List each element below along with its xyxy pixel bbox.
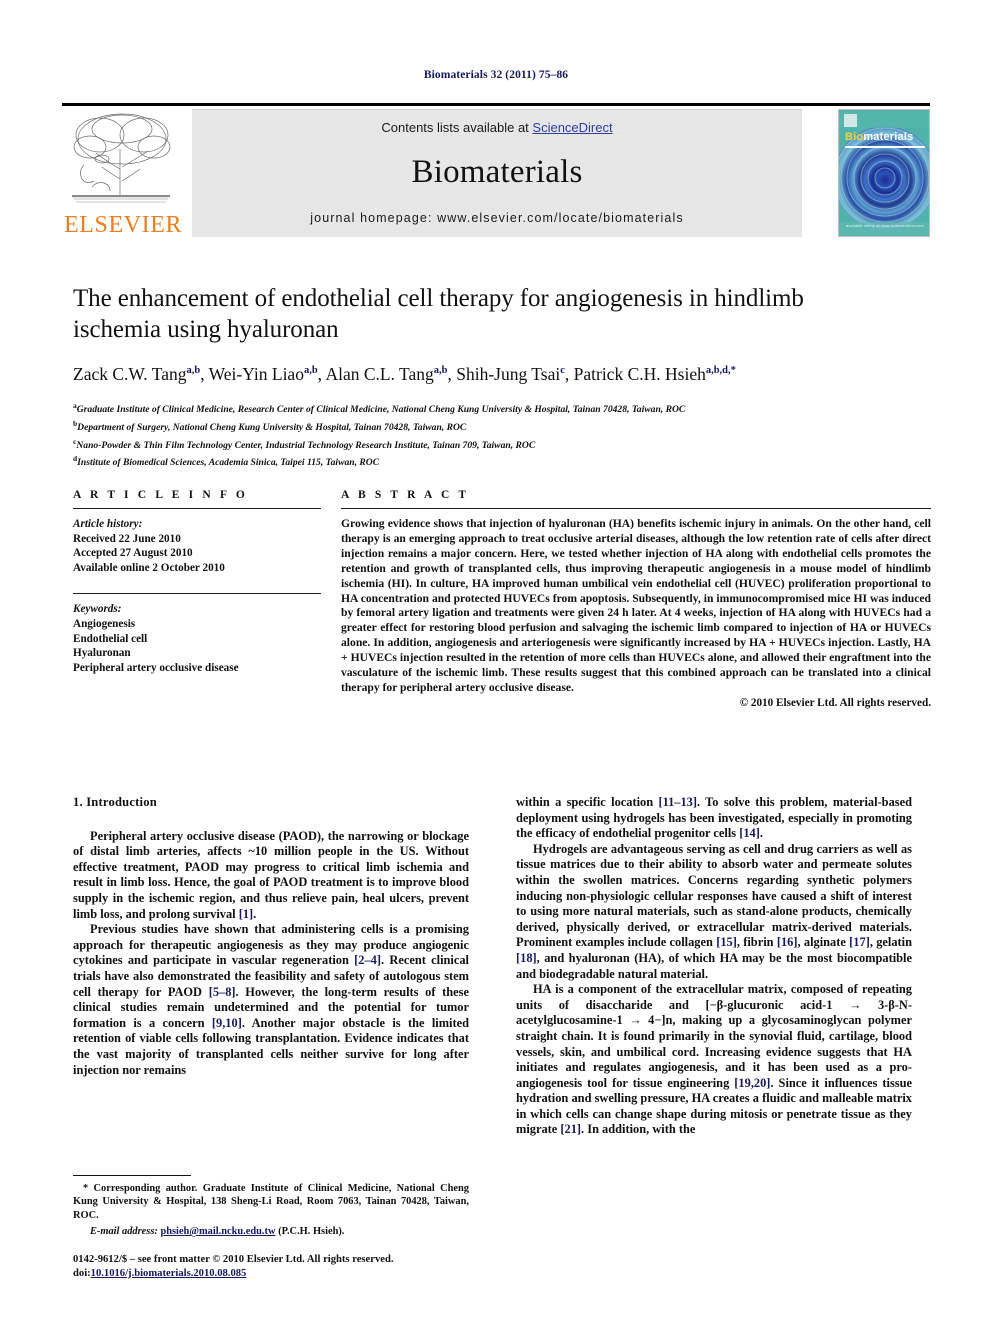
- citation-reference[interactable]: [5–8]: [209, 985, 236, 999]
- doi-label: doi:: [73, 1267, 91, 1279]
- affiliation-marker: b: [73, 418, 78, 428]
- affiliation-marker: d: [73, 454, 78, 464]
- citation-reference[interactable]: [9,10]: [212, 1016, 242, 1030]
- author-affiliation-marker: a,b: [433, 365, 448, 376]
- cover-journal-title: Biomaterials: [845, 131, 914, 143]
- citation-reference[interactable]: [19,20]: [734, 1076, 770, 1090]
- keyword-item: Hyaluronan: [73, 647, 131, 660]
- keywords-label: Keywords:: [73, 603, 122, 616]
- elsevier-tree-icon: [72, 113, 171, 203]
- author-affiliation-marker: c: [560, 365, 565, 376]
- footnote-divider: [73, 1175, 191, 1176]
- body-paragraph: Peripheral artery occlusive disease (PAO…: [73, 828, 469, 921]
- author-name: Alan C.L. Tang: [325, 363, 434, 384]
- author-affiliation-marker: a,b: [186, 365, 201, 376]
- author-name: Zack C.W. Tang: [73, 363, 187, 384]
- article-received-date: Received 22 June 2010: [73, 532, 181, 545]
- author-list: Zack C.W. Tanga,b, Wei-Yin Liaoa,b, Alan…: [73, 363, 736, 384]
- keywords-block: Keywords: Angiogenesis Endothelial cell …: [73, 602, 321, 675]
- contents-available-line: Contents lists available at ScienceDirec…: [192, 120, 802, 135]
- corresponding-email-owner: (P.C.H. Hsieh).: [278, 1226, 345, 1238]
- abstract-copyright: © 2010 Elsevier Ltd. All rights reserved…: [739, 696, 931, 709]
- journal-cover-thumbnail[interactable]: Biomaterials available online at www.sci…: [838, 109, 930, 237]
- article-info-heading: A R T I C L E I N F O: [73, 489, 248, 501]
- elsevier-logo: ELSEVIER: [62, 109, 183, 238]
- email-address-label: E-mail address:: [90, 1226, 158, 1238]
- body-paragraph: Previous studies have shown that adminis…: [73, 922, 469, 1077]
- author-name: Patrick C.H. Hsieh: [573, 363, 706, 384]
- author-name: Shih-Jung Tsai: [456, 363, 561, 384]
- body-paragraph: Hydrogels are advantageous serving as ce…: [516, 841, 913, 981]
- masthead-top-rule: [62, 103, 930, 106]
- section-heading-introduction: 1. Introduction: [73, 795, 157, 809]
- journal-title: Biomaterials: [411, 154, 583, 190]
- article-accepted-date: Accepted 27 August 2010: [73, 547, 193, 560]
- body-paragraph: HA is a component of the extracellular m…: [516, 982, 913, 1137]
- article-info-rule-top: [73, 508, 321, 509]
- citation-reference[interactable]: [16]: [777, 935, 798, 949]
- affiliation-item: aGraduate Institute of Clinical Medicine…: [73, 401, 686, 416]
- citation-reference[interactable]: [21]: [560, 1122, 581, 1136]
- article-available-date: Available online 2 October 2010: [73, 561, 225, 574]
- keyword-item: Peripheral artery occlusive disease: [73, 661, 239, 674]
- elsevier-wordmark: ELSEVIER: [64, 212, 183, 238]
- body-column-right: within a specific location [11–13]. To s…: [516, 795, 912, 1138]
- article-history-block: Article history: Received 22 June 2010 A…: [73, 517, 321, 575]
- sciencedirect-link[interactable]: ScienceDirect: [532, 120, 612, 135]
- issn-line: 0142-9612/$ – see front matter © 2010 El…: [73, 1254, 394, 1265]
- corresponding-author-text: * Corresponding author. Graduate Institu…: [73, 1183, 469, 1221]
- cover-artwork: [839, 110, 929, 236]
- affiliation-item: dInstitute of Biomedical Sciences, Acade…: [73, 454, 380, 469]
- doi-line: doi:10.1016/j.biomaterials.2010.08.085: [73, 1267, 493, 1281]
- citation-reference[interactable]: [15]: [716, 935, 737, 949]
- abstract-rule-top: [341, 508, 931, 509]
- affiliation-list: aGraduate Institute of Clinical Medicine…: [73, 399, 903, 470]
- citation-reference[interactable]: [18]: [516, 951, 537, 965]
- author-name: Wei-Yin Liao: [208, 363, 304, 384]
- body-paragraph: within a specific location [11–13]. To s…: [516, 795, 912, 841]
- article-history-label: Article history:: [73, 518, 143, 530]
- abstract-heading: A B S T R A C T: [341, 489, 470, 501]
- corresponding-author-footnote: * Corresponding author. Graduate Institu…: [73, 1175, 469, 1239]
- author-affiliation-marker: a,b: [303, 365, 318, 376]
- corresponding-email-link[interactable]: phsieh@mail.ncku.edu.tw: [160, 1226, 275, 1237]
- corresponding-email-line: E-mail address: phsieh@mail.ncku.edu.tw …: [73, 1225, 469, 1238]
- abstract-section: A B S T R A C T Growing evidence shows t…: [341, 489, 931, 709]
- imprint-block: 0142-9612/$ – see front matter © 2010 El…: [73, 1253, 493, 1280]
- abstract-text: Growing evidence shows that injection of…: [341, 517, 931, 694]
- affiliation-marker: a: [73, 401, 77, 410]
- cover-title-underline: [845, 146, 925, 148]
- journal-masthead: ELSEVIER Contents lists available at Sci…: [62, 103, 930, 239]
- affiliation-item: bDepartment of Surgery, National Cheng K…: [73, 418, 467, 433]
- keyword-item: Endothelial cell: [73, 632, 148, 645]
- citation-reference[interactable]: [1]: [239, 907, 253, 921]
- keyword-item: Angiogenesis: [73, 617, 136, 630]
- cover-elsevier-mark: [844, 114, 857, 127]
- affiliation-item: cNano-Powder & Thin Film Technology Cent…: [73, 436, 536, 451]
- article-info-section: A R T I C L E I N F O Article history: R…: [73, 489, 321, 675]
- keywords-rule: [73, 593, 321, 595]
- doi-link[interactable]: 10.1016/j.biomaterials.2010.08.085: [91, 1268, 247, 1279]
- journal-article-page: Biomaterials 32 (2011) 75–86 ELSEVIER Co…: [0, 0, 992, 1323]
- page-title: The enhancement of endothelial cell ther…: [73, 285, 804, 343]
- masthead-banner: Contents lists available at ScienceDirec…: [192, 109, 802, 237]
- journal-homepage-line[interactable]: journal homepage: www.elsevier.com/locat…: [192, 211, 802, 225]
- running-head: Biomaterials 32 (2011) 75–86: [423, 69, 569, 81]
- contents-prefix-text: Contents lists available at: [381, 120, 533, 135]
- body-column-left: 1. Introduction Peripheral artery occlus…: [73, 795, 469, 1078]
- citation-reference[interactable]: [17]: [849, 935, 870, 949]
- cover-footer-text: available online at www.sciencedirect.co…: [846, 224, 924, 228]
- citation-reference[interactable]: [14]: [739, 826, 760, 840]
- title-block: The enhancement of endothelial cell ther…: [73, 283, 873, 385]
- author-affiliation-marker: a,b,d,*: [705, 365, 736, 376]
- affiliation-marker: c: [73, 436, 77, 446]
- citation-reference[interactable]: [2–4]: [354, 953, 381, 967]
- citation-reference[interactable]: [11–13]: [658, 795, 697, 809]
